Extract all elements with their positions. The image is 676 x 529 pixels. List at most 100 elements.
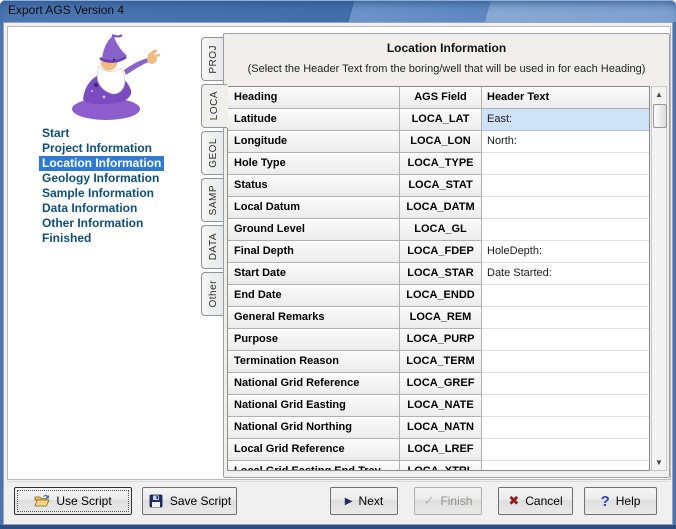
next-button[interactable]: ▶ Next (330, 487, 398, 515)
header-text-cell[interactable] (482, 175, 649, 197)
table-row: National Grid Northing LOCA_NATN (228, 417, 649, 439)
header-text-cell[interactable] (482, 417, 649, 439)
title-bar[interactable]: Export AGS Version 4 (0, 0, 676, 22)
cancel-button[interactable]: ✖ Cancel (498, 487, 573, 515)
heading-cell: Termination Reason (228, 351, 400, 373)
window-title: Export AGS Version 4 (8, 3, 124, 17)
finish-button[interactable]: ✓ Finish (414, 487, 482, 515)
header-text-cell[interactable] (482, 329, 649, 351)
table-row: Longitude LOCA_LON North: (228, 131, 649, 153)
table-row: National Grid Easting LOCA_NATE (228, 395, 649, 417)
wizard-step-label: Finished (42, 231, 91, 245)
wizard-step-label: Sample Information (42, 186, 154, 200)
help-label: Help (616, 494, 641, 508)
help-button[interactable]: ? Help (584, 487, 657, 515)
heading-cell: Latitude (228, 109, 400, 131)
wizard-step[interactable]: Start (39, 126, 72, 141)
header-text-cell[interactable]: HoleDepth: (482, 241, 649, 263)
table-row: Local Grid Reference LOCA_LREF (228, 439, 649, 461)
wizard-step-label: Location Information (42, 156, 161, 170)
wizard-step-label: Project Information (42, 141, 152, 155)
table-row: General Remarks LOCA_REM (228, 307, 649, 329)
header-text-cell[interactable] (482, 153, 649, 175)
header-text-cell[interactable] (482, 219, 649, 241)
next-arrow-icon: ▶ (345, 496, 353, 507)
header-text-cell[interactable] (482, 285, 649, 307)
header-text-cell[interactable] (482, 373, 649, 395)
column-header-ags-field: AGS Field (400, 87, 482, 109)
wizard-steps: Start Project Information Location Infor… (42, 126, 164, 246)
wizard-step[interactable]: Location Information (39, 156, 164, 171)
cancel-x-icon: ✖ (508, 493, 519, 509)
tab[interactable]: DATA (201, 225, 224, 269)
heading-cell: Final Depth (228, 241, 400, 263)
header-text-cell[interactable] (482, 197, 649, 219)
wizard-step[interactable]: Project Information (39, 141, 155, 156)
header-text-cell[interactable]: North: (482, 131, 649, 153)
tab[interactable]: Other (201, 272, 224, 316)
dialog-body: Start Project Information Location Infor… (7, 26, 671, 480)
ags-field-cell: LOCA_ENDD (400, 285, 482, 307)
column-header-heading: Heading (228, 87, 400, 109)
wizard-step[interactable]: Geology Information (39, 171, 162, 186)
header-text-cell[interactable] (482, 395, 649, 417)
ags-field-cell: LOCA_TYPE (400, 153, 482, 175)
heading-cell: Status (228, 175, 400, 197)
ags-field-cell: LOCA_FDEP (400, 241, 482, 263)
ags-field-cell: LOCA_LAT (400, 109, 482, 131)
heading-cell: Local Datum (228, 197, 400, 219)
tab-label: DATA (208, 233, 219, 260)
heading-cell: National Grid Northing (228, 417, 400, 439)
save-script-button[interactable]: Save Script (142, 487, 237, 515)
ags-field-cell: LOCA_LON (400, 131, 482, 153)
ags-field-cell: LOCA_LREF (400, 439, 482, 461)
finish-check-icon: ✓ (424, 493, 435, 509)
ags-field-cell: LOCA_GREF (400, 373, 482, 395)
wizard-step-label: Start (42, 126, 69, 140)
tab[interactable]: SAMP (201, 178, 224, 222)
table-row: Ground Level LOCA_GL (228, 219, 649, 241)
scroll-down-icon[interactable]: ▼ (652, 455, 666, 470)
tab[interactable]: PROJ (201, 37, 224, 81)
scroll-thumb[interactable] (653, 104, 667, 128)
ags-field-cell: LOCA_REM (400, 307, 482, 329)
header-text-cell[interactable]: East: (482, 109, 649, 131)
save-icon (148, 493, 164, 509)
tab[interactable]: GEOL (201, 131, 224, 175)
ags-field-cell: LOCA_DATM (400, 197, 482, 219)
wizard-step[interactable]: Finished (39, 231, 94, 246)
save-script-label: Save Script (170, 494, 231, 508)
table-row: Purpose LOCA_PURP (228, 329, 649, 351)
header-text-cell[interactable] (482, 351, 649, 373)
wizard-step[interactable]: Sample Information (39, 186, 157, 201)
wizard-step[interactable]: Other Information (39, 216, 146, 231)
heading-cell: General Remarks (228, 307, 400, 329)
panel-title: Location Information (224, 41, 669, 55)
scroll-up-icon[interactable]: ▲ (652, 87, 666, 102)
header-text-cell[interactable] (482, 439, 649, 461)
vertical-scrollbar[interactable]: ▲ ▼ (651, 86, 667, 471)
location-panel: Location Information (Select the Header … (223, 33, 670, 478)
tab-strip: PROJ LOCA GEOL SAMP DATA Other (198, 27, 224, 479)
header-text-cell[interactable] (482, 307, 649, 329)
tab-label: Other (208, 280, 219, 308)
tab-label: GEOL (208, 138, 219, 168)
wizard-sidebar: Start Project Information Location Infor… (8, 27, 198, 479)
dialog-frame: Start Project Information Location Infor… (3, 22, 673, 525)
heading-cell: National Grid Reference (228, 373, 400, 395)
header-text-cell[interactable]: Date Started: (482, 263, 649, 285)
use-script-label: Use Script (56, 494, 111, 508)
heading-cell: Start Date (228, 263, 400, 285)
wizard-step-label: Geology Information (42, 171, 159, 185)
ags-field-cell: LOCA_STAT (400, 175, 482, 197)
wizard-step-label: Other Information (42, 216, 143, 230)
use-script-button[interactable]: Use Script (14, 487, 132, 515)
wizard-step[interactable]: Data Information (39, 201, 140, 216)
header-text-cell[interactable] (482, 461, 649, 471)
wizard-illustration (56, 33, 168, 123)
ags-field-cell: LOCA_NATE (400, 395, 482, 417)
tab[interactable]: LOCA (201, 84, 227, 128)
dialog-window: Export AGS Version 4 (0, 0, 676, 529)
heading-cell: Local Grid Easting End Trav (228, 461, 400, 471)
heading-cell: End Date (228, 285, 400, 307)
